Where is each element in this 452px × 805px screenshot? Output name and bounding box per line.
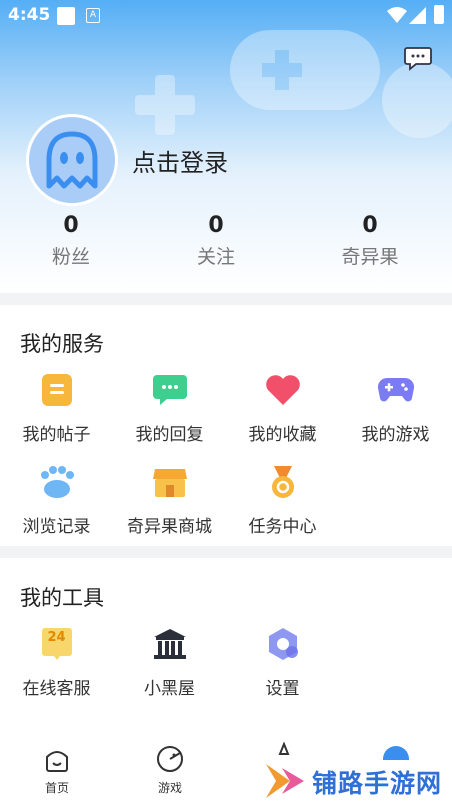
service-browse-history[interactable]: 浏览记录 <box>0 462 113 537</box>
service-label: 奇异果商城 <box>127 517 212 537</box>
tools-title: 我的工具 <box>20 586 104 610</box>
stat-label: 关注 <box>196 246 235 268</box>
service-my-replies[interactable]: 我的回复 <box>113 370 226 445</box>
service-my-games[interactable]: 我的游戏 <box>339 370 452 445</box>
star-nav-icon[interactable] <box>271 742 297 758</box>
stat-value: 0 <box>208 213 224 238</box>
home-icon <box>46 751 68 772</box>
house-icon <box>150 624 190 664</box>
service-label: 我的帖子 <box>22 425 91 445</box>
stat-label: 粉丝 <box>51 246 90 268</box>
login-button[interactable]: 点击登录 <box>132 143 228 178</box>
service-task-center[interactable]: 任务中心 <box>226 462 339 537</box>
service-label: 我的游戏 <box>361 425 430 445</box>
service-label: 我的回复 <box>135 425 204 445</box>
nav-label: 首页 <box>44 781 69 795</box>
tool-settings[interactable]: 设置 <box>226 624 339 699</box>
tool-label: 在线客服 <box>22 679 91 699</box>
nav-home[interactable]: 首页 <box>27 745 87 796</box>
tool-blackhouse[interactable]: 小黑屋 <box>113 624 226 699</box>
settings-icon <box>263 624 303 664</box>
wifi-icon <box>387 7 407 23</box>
status-time: 4:45 <box>8 5 51 25</box>
nav-games[interactable]: 游戏 <box>140 745 200 796</box>
paw-icon <box>37 462 77 502</box>
stat-value: 0 <box>362 213 378 238</box>
stat-fans[interactable]: 0 粉丝 <box>21 213 121 269</box>
battery-icon <box>434 5 444 24</box>
medal-icon <box>263 462 303 502</box>
notification-icon <box>57 7 75 25</box>
stat-kiwi[interactable]: 0 奇异果 <box>320 213 420 269</box>
nav-label: 游戏 <box>157 781 182 795</box>
service-label: 浏览记录 <box>22 517 91 537</box>
ghost-icon <box>46 131 98 189</box>
message-icon[interactable] <box>404 44 432 72</box>
stats-row: 0 粉丝 0 关注 0 奇异果 <box>0 213 452 273</box>
plus-decoration-icon <box>135 75 195 135</box>
gamepad-icon <box>376 370 416 410</box>
section-divider <box>0 546 452 558</box>
tool-label: 设置 <box>265 679 300 699</box>
stat-value: 0 <box>63 213 79 238</box>
profile-header: 4:45 A 点击登录 0 粉丝 0 关注 0 奇异果 <box>0 0 452 290</box>
section-divider <box>0 293 452 305</box>
game-icon <box>157 746 183 772</box>
service-label: 任务中心 <box>248 517 317 537</box>
support-24-icon: 24 <box>37 624 77 664</box>
status-bar: 4:45 A <box>0 0 452 32</box>
service-my-favorites[interactable]: 我的收藏 <box>226 370 339 445</box>
tool-online-support[interactable]: 24 在线客服 <box>0 624 113 699</box>
support-badge: 24 <box>47 630 66 645</box>
stat-following[interactable]: 0 关注 <box>166 213 266 269</box>
chat-icon <box>150 370 190 410</box>
service-kiwi-store[interactable]: 奇异果商城 <box>113 462 226 537</box>
avatar[interactable] <box>26 114 118 206</box>
a-notification-icon: A <box>86 8 100 23</box>
heart-icon <box>263 370 303 410</box>
document-icon <box>37 370 77 410</box>
store-icon <box>150 462 190 502</box>
watermark-text: 铺路手游网 <box>312 769 443 798</box>
services-title: 我的服务 <box>20 332 104 356</box>
service-my-posts[interactable]: 我的帖子 <box>0 370 113 445</box>
service-label: 我的收藏 <box>248 425 317 445</box>
cellular-icon <box>409 7 426 24</box>
tool-label: 小黑屋 <box>144 679 195 699</box>
stat-label: 奇异果 <box>341 246 399 268</box>
